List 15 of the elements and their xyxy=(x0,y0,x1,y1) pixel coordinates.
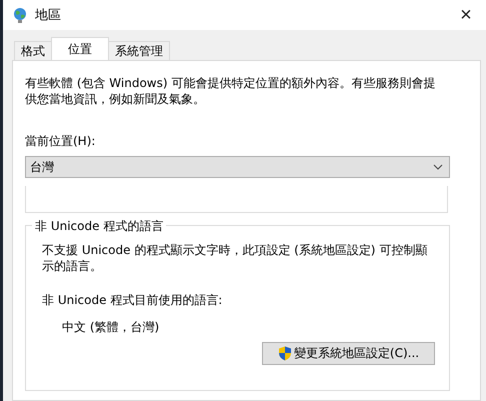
group-title: 非 Unicode 程式的語言 xyxy=(32,218,166,235)
description-text: 有些軟體 (包含 Windows) 可能會提供特定位置的額外內容。有些服務則會提供您當地資訊，例如新聞及氣象。 xyxy=(25,75,436,107)
tab[interactable]: 格式 xyxy=(14,41,52,60)
window-title: 地區 xyxy=(35,7,61,24)
current-language-value: 中文 (繁體，台灣) xyxy=(62,319,160,336)
globe-icon xyxy=(13,7,27,23)
current-language-label: 非 Unicode 程式目前使用的語言: xyxy=(42,292,224,309)
change-locale-button[interactable]: 變更系統地區設定(C)... xyxy=(262,342,435,365)
tab[interactable]: 系統管理 xyxy=(108,41,170,60)
shield-icon xyxy=(278,346,292,361)
location-dropdown[interactable]: 台灣 xyxy=(25,156,450,178)
chevron-down-icon xyxy=(433,164,443,170)
location-label: 當前位置(H): xyxy=(25,133,96,150)
group-description: 不支援 Unicode 的程式顯示文字時，此項設定 (系統地區設定) 可控制顯示的語言。 xyxy=(42,242,428,274)
tab[interactable]: 位置 xyxy=(51,37,109,60)
